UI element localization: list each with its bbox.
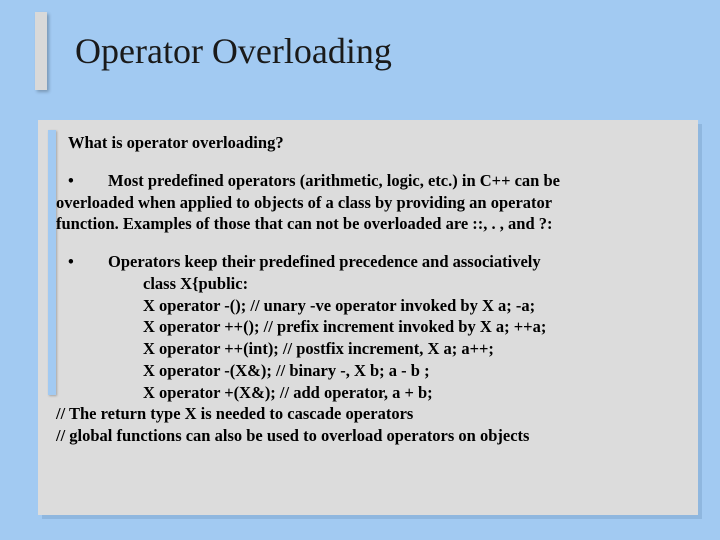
bullet-icon: • xyxy=(68,170,108,192)
para2-line1: Operators keep their predefined preceden… xyxy=(108,252,541,271)
paragraph-2: •Operators keep their predefined precede… xyxy=(68,251,684,447)
code-line: X operator ++(int); // postfix increment… xyxy=(68,338,684,360)
content-container: What is operator overloading? •Most pred… xyxy=(38,120,698,515)
question-heading: What is operator overloading? xyxy=(68,132,684,154)
code-line: X operator ++(); // prefix increment inv… xyxy=(68,316,684,338)
para1-line2: overloaded when applied to objects of a … xyxy=(56,192,684,214)
slide-title: Operator Overloading xyxy=(75,30,392,72)
comment-line: // The return type X is needed to cascad… xyxy=(56,403,684,425)
code-line: class X{public: xyxy=(68,273,684,295)
code-line: X operator -(X&); // binary -, X b; a - … xyxy=(68,360,684,382)
slide-header: Operator Overloading xyxy=(0,0,720,118)
code-line: X operator -(); // unary -ve operator in… xyxy=(68,295,684,317)
content-accent-bar xyxy=(48,130,56,395)
code-line: X operator +(X&); // add operator, a + b… xyxy=(68,382,684,404)
header-accent-bar xyxy=(35,12,47,90)
text-area: What is operator overloading? •Most pred… xyxy=(68,132,684,447)
bullet-icon: • xyxy=(68,251,108,273)
para1-line3: function. Examples of those that can not… xyxy=(56,213,684,235)
para1-line1: Most predefined operators (arithmetic, l… xyxy=(108,171,560,190)
content-box: What is operator overloading? •Most pred… xyxy=(38,120,698,515)
paragraph-1: •Most predefined operators (arithmetic, … xyxy=(68,170,684,235)
comment-line: // global functions can also be used to … xyxy=(56,425,684,447)
